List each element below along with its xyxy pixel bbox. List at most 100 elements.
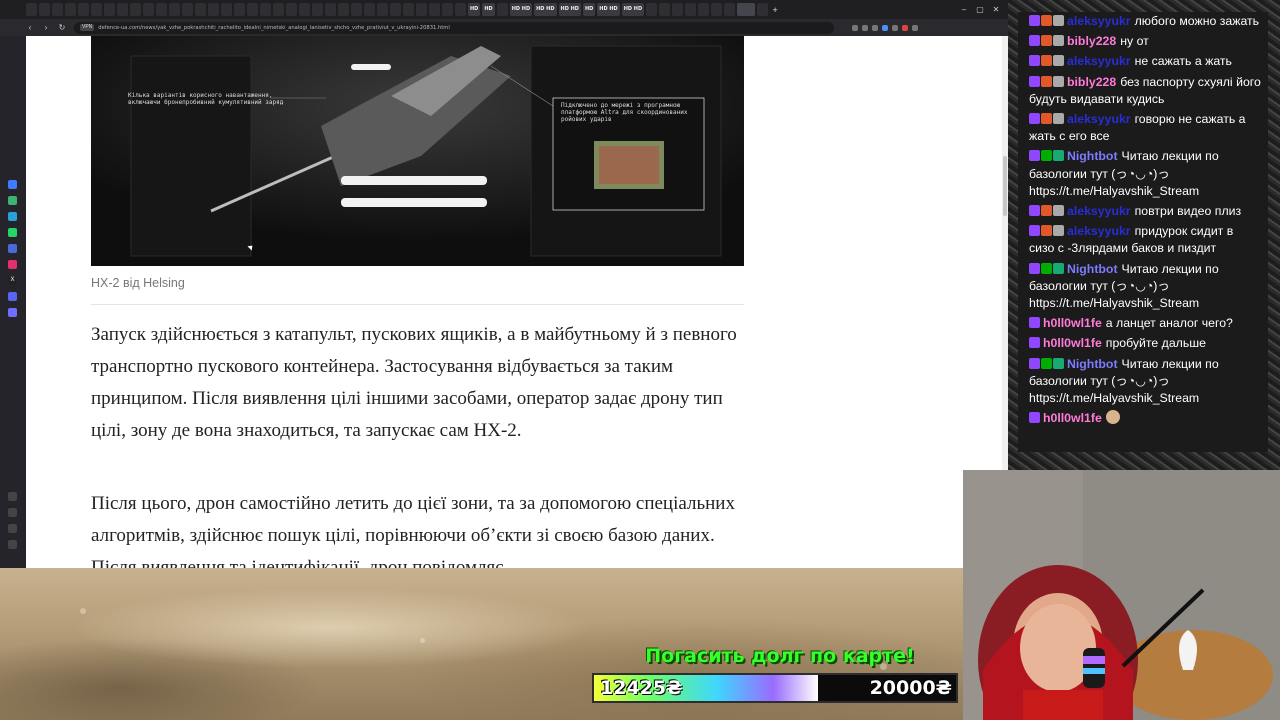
browser-tab[interactable] (685, 3, 697, 16)
browser-tab[interactable] (52, 3, 63, 16)
browser-tab[interactable] (247, 3, 258, 16)
browser-tab[interactable]: HD (582, 3, 596, 16)
browser-tab[interactable]: HD (482, 3, 495, 16)
chat-username[interactable]: Nightbot (1067, 262, 1118, 276)
chat-username[interactable]: aleksyyukr (1067, 54, 1131, 68)
browser-tab[interactable]: HD HD (621, 3, 645, 16)
browser-tab[interactable] (169, 3, 180, 16)
browser-tab[interactable] (416, 3, 427, 16)
browser-tab[interactable] (65, 3, 76, 16)
chat-username[interactable]: aleksyyukr (1067, 204, 1131, 218)
browser-tab[interactable] (208, 3, 219, 16)
history-icon[interactable] (8, 492, 17, 501)
badge-icon (1029, 35, 1040, 47)
chat-username[interactable]: h0ll0wl1fe (1043, 316, 1102, 330)
browser-tab[interactable]: HD HD (534, 3, 557, 16)
chat-username[interactable]: h0ll0wl1fe (1043, 336, 1102, 350)
browser-tab[interactable] (260, 3, 271, 16)
new-tab-icon[interactable]: + (770, 5, 780, 15)
whatsapp-icon[interactable] (8, 228, 17, 237)
browser-tab[interactable] (273, 3, 284, 16)
extension-icon[interactable] (882, 24, 888, 31)
badge-icon (1041, 113, 1052, 125)
telegram-icon[interactable] (8, 212, 17, 221)
browser-tab[interactable] (737, 3, 756, 16)
browser-tab[interactable] (429, 3, 440, 16)
chat-username[interactable]: aleksyyukr (1067, 112, 1131, 126)
browser-tab[interactable] (143, 3, 154, 16)
browser-tab[interactable] (351, 3, 362, 16)
extension-icon[interactable] (872, 24, 878, 31)
badge-icon (1029, 75, 1040, 87)
browser-tab[interactable] (377, 3, 388, 16)
browser-tab[interactable] (221, 3, 232, 16)
settings-icon[interactable] (8, 540, 17, 549)
browser-tab[interactable] (117, 3, 128, 16)
close-icon[interactable]: ✕ (988, 0, 1004, 19)
browser-tab[interactable]: HD HD (509, 3, 533, 16)
browser-tab[interactable] (78, 3, 89, 16)
chat-username[interactable]: h0ll0wl1fe (1043, 411, 1102, 425)
browser-tab[interactable] (711, 3, 723, 16)
app-icon[interactable] (8, 196, 17, 205)
browser-tab[interactable]: HD HD (597, 3, 620, 16)
messenger-icon[interactable] (8, 180, 17, 189)
chat-username[interactable]: Nightbot (1067, 357, 1118, 371)
chat-username[interactable]: aleksyyukr (1067, 224, 1131, 238)
browser-tab[interactable] (724, 3, 736, 16)
maximize-icon[interactable]: ▢ (972, 0, 988, 19)
browser-tab[interactable] (234, 3, 245, 16)
extension-icon[interactable] (852, 24, 858, 31)
extension-icon[interactable] (892, 24, 898, 31)
browser-tab[interactable] (104, 3, 115, 16)
browser-tab[interactable] (455, 3, 466, 16)
browser-tab[interactable] (390, 3, 401, 16)
browser-tab[interactable] (442, 3, 453, 16)
discord-icon[interactable] (8, 292, 17, 301)
browser-tab[interactable] (672, 3, 684, 16)
back-icon[interactable]: ‹ (26, 23, 34, 32)
scrollbar-thumb[interactable] (1003, 156, 1007, 216)
chat-username[interactable]: bibly228 (1067, 75, 1116, 89)
browser-tab[interactable] (26, 3, 37, 16)
browser-tab[interactable] (286, 3, 297, 16)
extension-icon[interactable] (902, 24, 908, 31)
browser-tab[interactable] (195, 3, 206, 16)
browser-tab[interactable] (496, 3, 508, 16)
minimize-icon[interactable]: – (956, 0, 972, 19)
browser-tab[interactable] (130, 3, 141, 16)
url-field[interactable]: VPN defence-ua.com/news/yak_vzhe_pokrash… (74, 21, 834, 34)
browser-tab[interactable] (156, 3, 167, 16)
url-text[interactable]: defence-ua.com/news/yak_vzhe_pokrashchit… (98, 25, 450, 31)
browser-tab[interactable]: HD HD (558, 3, 581, 16)
downloads-icon[interactable] (8, 508, 17, 517)
browser-tab[interactable] (646, 3, 658, 16)
extension-icon[interactable] (862, 24, 868, 31)
bookmarks-icon[interactable] (8, 524, 17, 533)
browser-tab[interactable] (325, 3, 336, 16)
browser-tab[interactable] (299, 3, 310, 16)
browser-tab[interactable] (698, 3, 710, 16)
browser-tab[interactable]: HD (468, 3, 481, 16)
reload-icon[interactable]: ↻ (58, 23, 66, 32)
browser-tab[interactable] (757, 3, 769, 16)
chat-username[interactable]: bibly228 (1067, 34, 1116, 48)
browser-tab[interactable] (364, 3, 375, 16)
chat-username[interactable]: aleksyyukr (1067, 14, 1131, 28)
app-icon[interactable] (8, 308, 17, 317)
instagram-icon[interactable] (8, 260, 17, 269)
app-icon[interactable] (8, 244, 17, 253)
vpn-badge[interactable]: VPN (80, 24, 95, 31)
forward-icon[interactable]: › (42, 23, 50, 32)
browser-tab[interactable] (39, 3, 50, 16)
x-icon[interactable]: X (8, 276, 17, 285)
browser-tab[interactable] (338, 3, 349, 16)
browser-tab[interactable] (182, 3, 193, 16)
chat-username[interactable]: Nightbot (1067, 149, 1118, 163)
browser-tab[interactable] (312, 3, 323, 16)
menu-icon[interactable] (912, 24, 918, 31)
browser-tab[interactable] (91, 3, 102, 16)
browser-tab[interactable] (659, 3, 671, 16)
donation-goal-target: 20000₴ (869, 677, 952, 699)
browser-tab[interactable] (403, 3, 414, 16)
